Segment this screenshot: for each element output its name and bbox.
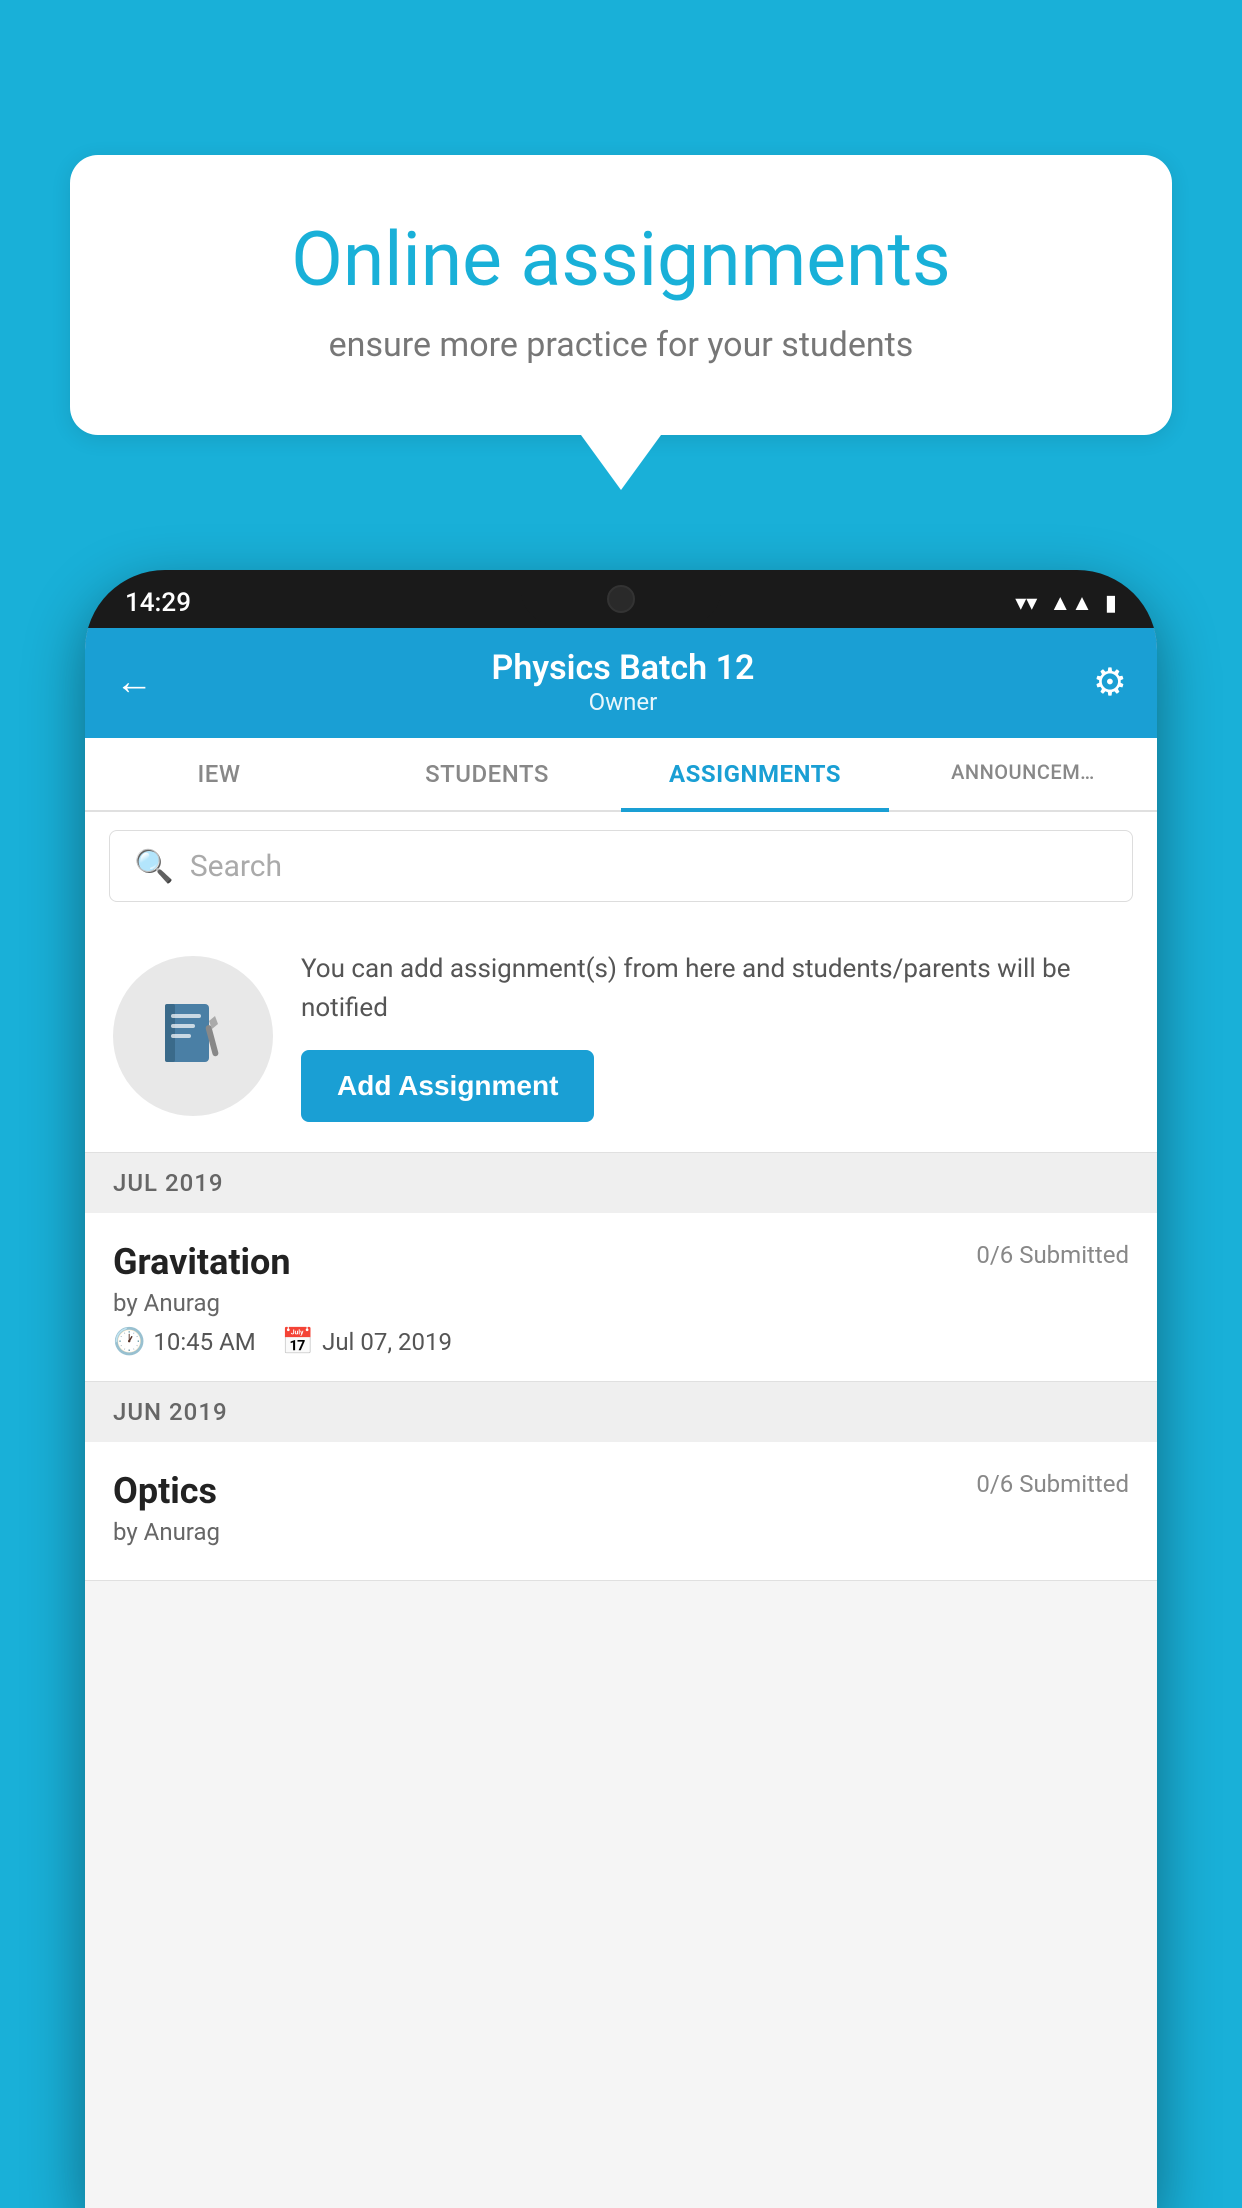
- phone-notch: [521, 570, 721, 625]
- header-center: Physics Batch 12 Owner: [153, 648, 1093, 716]
- add-assignment-button[interactable]: Add Assignment: [301, 1050, 594, 1122]
- search-placeholder: Search: [190, 849, 282, 884]
- speech-bubble: Online assignments ensure more practice …: [70, 155, 1172, 435]
- back-button[interactable]: ←: [115, 660, 153, 704]
- promo-content: You can add assignment(s) from here and …: [301, 950, 1129, 1122]
- assignment-date-gravitation: 📅 Jul 07, 2019: [282, 1327, 452, 1357]
- speech-bubble-arrow: [581, 435, 661, 490]
- notebook-icon: [153, 996, 233, 1076]
- phone-camera: [607, 585, 635, 613]
- month-header-jun: JUN 2019: [85, 1382, 1157, 1442]
- promo-text: You can add assignment(s) from here and …: [301, 950, 1129, 1028]
- bubble-subtitle: ensure more practice for your students: [140, 325, 1102, 365]
- search-icon: 🔍: [134, 847, 174, 885]
- wifi-icon: ▾▾: [1015, 591, 1037, 616]
- promo-icon-circle: [113, 956, 273, 1116]
- assignment-name-gravitation: Gravitation: [113, 1241, 291, 1283]
- app-header: ← Physics Batch 12 Owner ⚙: [85, 628, 1157, 738]
- tab-assignments[interactable]: ASSIGNMENTS: [621, 738, 889, 810]
- assignment-row-title-optics: Optics 0/6 Submitted: [113, 1470, 1129, 1512]
- status-time: 14:29: [125, 588, 191, 618]
- assignment-submitted-optics: 0/6 Submitted: [976, 1470, 1129, 1498]
- tabs-container: IEW STUDENTS ASSIGNMENTS ANNOUNCEM…: [85, 738, 1157, 812]
- settings-icon[interactable]: ⚙: [1093, 660, 1127, 705]
- speech-bubble-container: Online assignments ensure more practice …: [70, 155, 1172, 490]
- month-header-jul: JUL 2019: [85, 1153, 1157, 1213]
- header-subtitle: Owner: [153, 688, 1093, 716]
- assignment-item-optics[interactable]: Optics 0/6 Submitted by Anurag: [85, 1442, 1157, 1581]
- tab-students[interactable]: STUDENTS: [353, 738, 621, 810]
- bubble-title: Online assignments: [140, 215, 1102, 305]
- promo-card: You can add assignment(s) from here and …: [85, 920, 1157, 1153]
- assignment-meta-gravitation: 🕐 10:45 AM 📅 Jul 07, 2019: [113, 1327, 1129, 1357]
- signal-icon: ▲▲: [1049, 590, 1093, 616]
- assignment-time-gravitation: 🕐 10:45 AM: [113, 1327, 256, 1357]
- app-screen: ← Physics Batch 12 Owner ⚙ IEW STUDENTS …: [85, 628, 1157, 2208]
- assignment-submitted-gravitation: 0/6 Submitted: [976, 1241, 1129, 1269]
- assignment-row-title: Gravitation 0/6 Submitted: [113, 1241, 1129, 1283]
- assignment-item-gravitation[interactable]: Gravitation 0/6 Submitted by Anurag 🕐 10…: [85, 1213, 1157, 1382]
- phone-frame: 14:29 ▾▾ ▲▲ ▮ ← Physics Batch 12 Owner ⚙…: [85, 570, 1157, 2208]
- status-icons: ▾▾ ▲▲ ▮: [1015, 590, 1117, 616]
- battery-icon: ▮: [1105, 591, 1117, 616]
- tab-iew[interactable]: IEW: [85, 738, 353, 810]
- assignment-by-gravitation: by Anurag: [113, 1289, 1129, 1317]
- header-title: Physics Batch 12: [153, 648, 1093, 688]
- clock-icon: 🕐: [113, 1327, 145, 1357]
- search-bar-container: 🔍 Search: [85, 812, 1157, 920]
- assignment-name-optics: Optics: [113, 1470, 217, 1512]
- search-bar[interactable]: 🔍 Search: [109, 830, 1133, 902]
- tab-announcements[interactable]: ANNOUNCEM…: [889, 738, 1157, 810]
- calendar-icon: 📅: [282, 1327, 314, 1357]
- assignment-by-optics: by Anurag: [113, 1518, 1129, 1546]
